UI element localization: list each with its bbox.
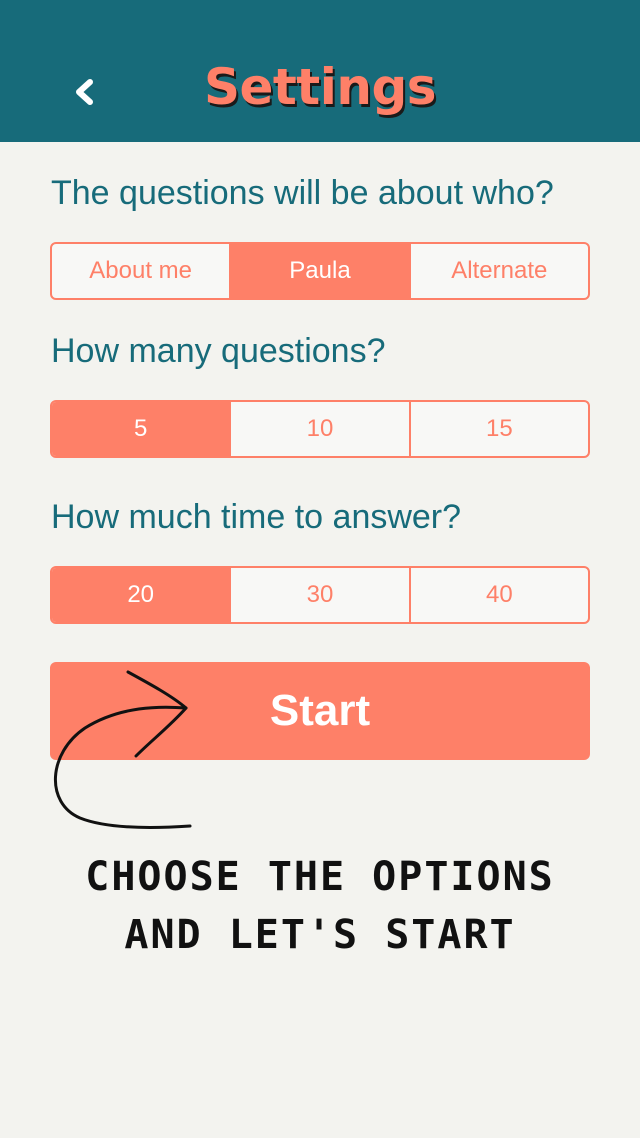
page-title: Settings <box>203 58 437 116</box>
option-paula[interactable]: Paula <box>229 244 409 298</box>
header-bar: Settings <box>0 0 640 142</box>
question-time: How much time to answer? <box>51 498 462 536</box>
option-about-me[interactable]: About me <box>52 244 229 298</box>
curved-arrow-icon <box>54 670 192 830</box>
count-segmented-control: 5 10 15 <box>50 400 590 458</box>
time-segmented-control: 20 30 40 <box>50 566 590 624</box>
question-who: The questions will be about who? <box>51 174 554 212</box>
option-time-20[interactable]: 20 <box>52 568 230 622</box>
hint-line-2: AND LET'S START <box>124 912 516 958</box>
hint-line-1: CHOOSE THE OPTIONS <box>85 854 555 900</box>
option-alternate[interactable]: Alternate <box>408 244 588 298</box>
who-segmented-control: About me Paula Alternate <box>50 242 590 300</box>
option-count-5[interactable]: 5 <box>52 402 230 456</box>
option-count-10[interactable]: 10 <box>229 402 408 456</box>
option-time-40[interactable]: 40 <box>408 568 588 622</box>
question-count: How many questions? <box>51 332 386 370</box>
option-count-15[interactable]: 15 <box>408 402 588 456</box>
option-time-30[interactable]: 30 <box>229 568 408 622</box>
